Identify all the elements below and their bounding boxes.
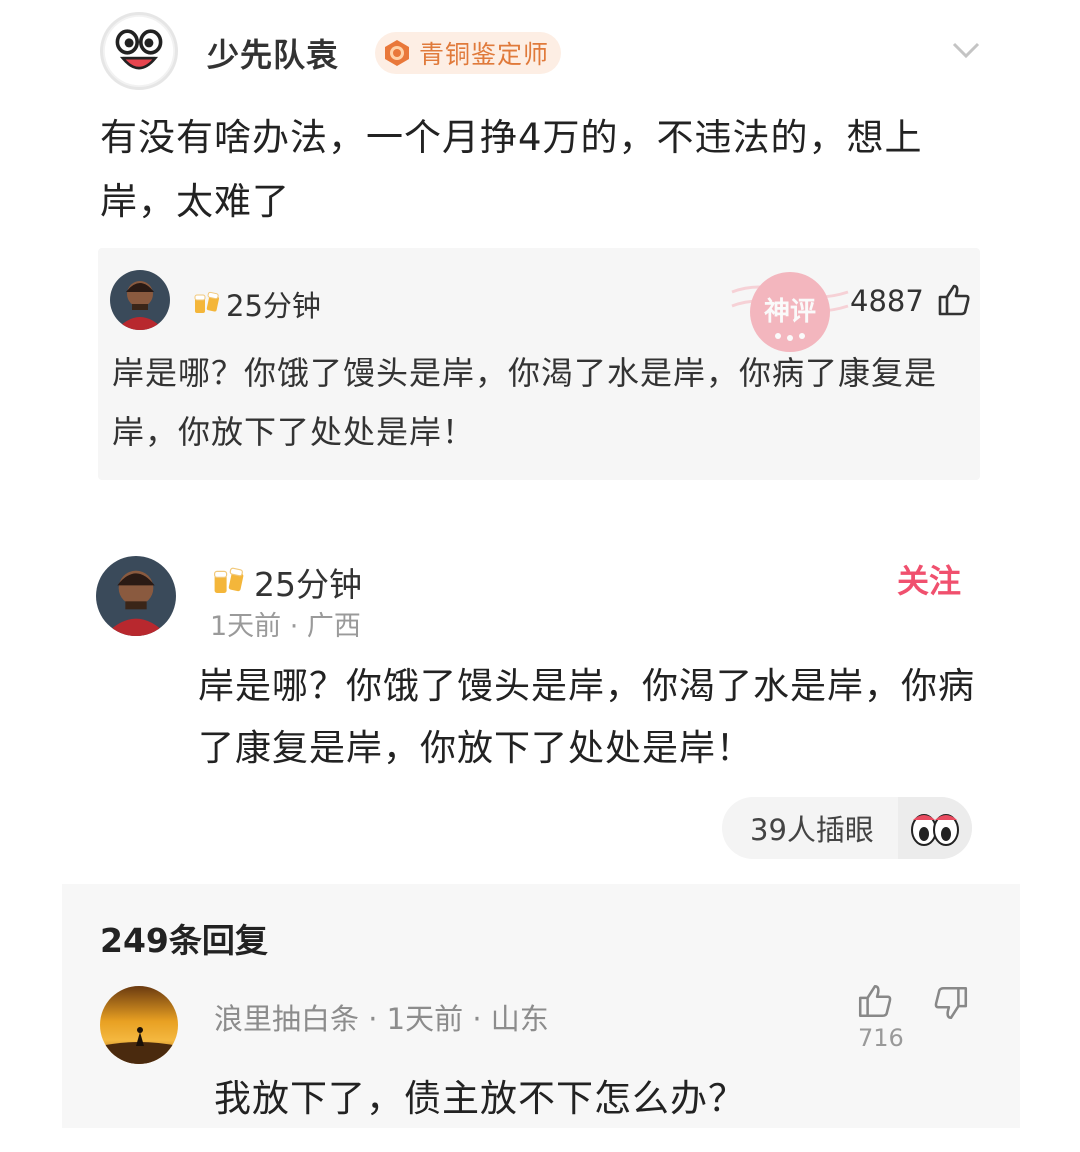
follow-button[interactable]: 关注 xyxy=(897,556,961,602)
reply-text: 我放下了，债主放不下怎么办？ xyxy=(214,1077,746,1120)
comment-author-avatar[interactable] xyxy=(96,556,176,636)
post-author-avatar[interactable] xyxy=(100,12,178,90)
hot-comment-author[interactable]: 25分钟 xyxy=(226,283,321,325)
thumbs-up-icon[interactable] xyxy=(856,982,894,1020)
reply-author-avatar[interactable] xyxy=(100,986,178,1064)
thumbs-down-icon[interactable] xyxy=(932,984,970,1022)
post-body: 有没有啥办法，一个月挣4万的，不违法的，想上岸，太难了 xyxy=(100,116,923,223)
beer-cheers-icon xyxy=(194,291,219,313)
replies-section: 249条回复 浪里抽白条 · 1天前 · 山东 716 我放下了，债主放不下怎么… xyxy=(62,884,1020,1128)
cartoon-face-icon xyxy=(104,16,174,86)
thumbs-up-icon[interactable] xyxy=(936,282,972,318)
bronze-medal-icon xyxy=(385,40,409,66)
beer-cheers-icon xyxy=(214,567,244,593)
comment-meta: 1天前 · 广西 xyxy=(210,611,361,642)
post-author-name[interactable]: 少先队袁 xyxy=(207,30,339,76)
peek-button[interactable]: 39人插眼 xyxy=(722,797,972,859)
comment-text: 岸是哪？你饿了馒头是岸，你渴了水是岸，你病了康复是岸，你放下了处处是岸！ xyxy=(198,666,976,769)
eyes-icon xyxy=(911,814,959,846)
replies-count: 249条回复 xyxy=(100,921,268,960)
peek-count: 39人插眼 xyxy=(750,813,874,847)
hot-comment-text: 岸是哪？你饿了馒头是岸，你渴了水是岸，你病了康复是岸，你放下了处处是岸！ xyxy=(112,354,938,451)
hot-comment-card[interactable]: 25分钟 神评 4887 岸是哪？你饿了馒头是岸，你渴了水是岸，你病了康复是岸，… xyxy=(98,248,980,480)
hot-comment-like-count: 4887 xyxy=(850,284,924,318)
hot-comment-avatar[interactable] xyxy=(110,270,170,330)
chevron-down-icon[interactable] xyxy=(950,36,982,64)
author-badge[interactable]: 青铜鉴定师 xyxy=(375,32,562,74)
reply-like-count: 716 xyxy=(858,1024,904,1052)
stamp-text: 神评 xyxy=(764,297,816,327)
reply-meta: 浪里抽白条 · 1天前 · 山东 xyxy=(214,1002,549,1036)
comment-author-name[interactable]: 25分钟 xyxy=(254,558,362,606)
badge-label: 青铜鉴定师 xyxy=(419,40,550,69)
